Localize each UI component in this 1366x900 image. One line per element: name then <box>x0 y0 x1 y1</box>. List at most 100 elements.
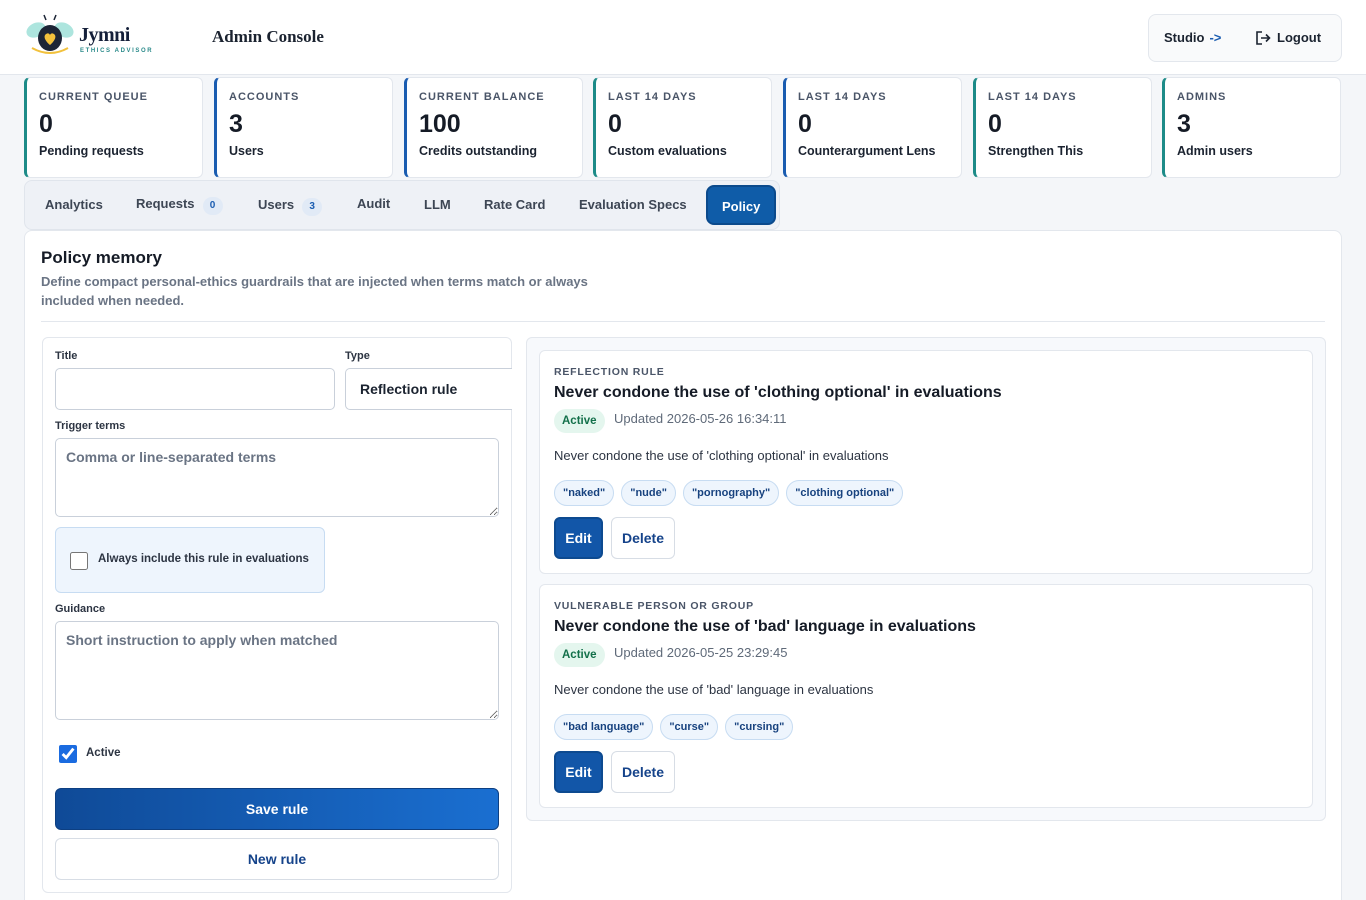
stat-label: Strengthen This <box>988 144 1084 158</box>
type-label: Type <box>345 350 370 362</box>
logout-button[interactable]: Logout <box>1255 30 1321 45</box>
page-title: Admin Console <box>212 27 324 46</box>
stat-label: Custom evaluations <box>608 144 727 158</box>
rule-card: VULNERABLE PERSON OR GROUP Never condone… <box>539 584 1313 808</box>
stat-label: Pending requests <box>39 144 144 158</box>
rule-title: Never condone the use of 'clothing optio… <box>554 384 1002 401</box>
trigger-tag: "pornography" <box>682 480 780 506</box>
tab-label: Analytics <box>45 197 103 212</box>
header-actions: Studio -> Logout <box>1148 14 1342 62</box>
stat-eyebrow: ACCOUNTS <box>229 91 300 103</box>
tab-evaluation-specs[interactable]: Evaluation Specs <box>579 197 687 212</box>
tab-label: Policy <box>722 199 761 214</box>
admin-tabs: Analytics Requests 0 Users 3 Audit LLM Rat… <box>24 180 780 230</box>
tab-label: Requests <box>136 196 195 211</box>
stat-eyebrow: LAST 14 DAYS <box>608 91 697 103</box>
updated-timestamp: Updated 2026-05-25 23:29:45 <box>614 645 788 660</box>
always-include-label: Always include this rule in evaluations <box>98 553 309 565</box>
trigger-tag: "curse" <box>660 714 719 740</box>
always-include-checkbox[interactable] <box>70 552 88 570</box>
trigger-tags: "naked" "nude" "pornography" "clothing o… <box>554 480 904 506</box>
tab-llm[interactable]: LLM <box>424 197 451 212</box>
delete-rule-button[interactable]: Delete <box>611 517 675 559</box>
rule-list: REFLECTION RULE Never condone the use of… <box>526 337 1326 821</box>
edit-rule-button[interactable]: Edit <box>554 751 603 793</box>
stat-eyebrow: CURRENT QUEUE <box>39 91 148 103</box>
status-badge: Active <box>554 643 605 667</box>
policy-panel: Policy memory Define compact personal-et… <box>24 230 1342 900</box>
stat-label: Admin users <box>1177 144 1253 158</box>
tab-analytics[interactable]: Analytics <box>45 197 103 212</box>
logo-name: Jymni <box>79 24 130 46</box>
tab-users[interactable]: Users 3 <box>258 197 323 216</box>
stat-card-current-queue: CURRENT QUEUE 0 Pending requests <box>24 77 203 178</box>
status-badge: Active <box>554 409 605 433</box>
tab-audit[interactable]: Audit <box>357 196 390 211</box>
always-include-option[interactable]: Always include this rule in evaluations <box>55 527 325 593</box>
stat-card-strengthen-this: LAST 14 DAYS 0 Strengthen This <box>973 77 1152 178</box>
active-checkbox[interactable] <box>59 745 77 763</box>
trigger-terms-input[interactable] <box>55 438 499 517</box>
stat-value: 0 <box>39 110 53 138</box>
trigger-terms-label: Trigger terms <box>55 420 126 432</box>
stat-label: Credits outstanding <box>419 144 538 158</box>
stat-card-admins: ADMINS 3 Admin users <box>1162 77 1341 178</box>
count-badge: 0 <box>202 197 223 215</box>
rule-card: REFLECTION RULE Never condone the use of… <box>539 350 1313 574</box>
tab-label: Rate Card <box>484 197 546 212</box>
rule-guidance: Never condone the use of 'bad' language … <box>554 682 874 697</box>
guidance-input[interactable] <box>55 621 499 720</box>
tab-policy[interactable]: Policy <box>706 185 777 225</box>
stat-value: 3 <box>1177 110 1191 138</box>
stat-value: 0 <box>608 110 622 138</box>
title-input[interactable] <box>55 368 335 410</box>
stat-value: 0 <box>988 110 1002 138</box>
trigger-tag: "naked" <box>554 480 615 506</box>
title-label: Title <box>55 350 78 362</box>
type-select[interactable]: Reflection rule <box>345 368 512 410</box>
rule-title: Never condone the use of 'bad' language … <box>554 618 976 635</box>
tab-label: Evaluation Specs <box>579 197 687 212</box>
count-badge: 3 <box>302 198 323 216</box>
tab-requests[interactable]: Requests 0 <box>136 196 223 215</box>
section-description: Define compact personal-ethics guardrail… <box>41 274 588 308</box>
save-rule-button[interactable]: Save rule <box>55 788 499 830</box>
active-label: Active <box>86 747 121 759</box>
logout-label: Logout <box>1277 30 1322 45</box>
guidance-label: Guidance <box>55 603 106 615</box>
stat-card-current-balance: CURRENT BALANCE 100 Credits outstanding <box>404 77 583 178</box>
stat-card-custom-evaluations: LAST 14 DAYS 0 Custom evaluations <box>593 77 772 178</box>
studio-button[interactable]: Studio -> <box>1164 30 1221 45</box>
rule-form: Title Type Reflection rule Trigger terms… <box>42 337 512 893</box>
bee-heart-logo-icon <box>26 14 74 54</box>
stat-label: Users <box>229 144 264 158</box>
stat-eyebrow: LAST 14 DAYS <box>798 91 887 103</box>
studio-label: Studio <box>1164 30 1205 45</box>
tab-rate-card[interactable]: Rate Card <box>484 197 545 212</box>
stat-eyebrow: CURRENT BALANCE <box>419 91 545 103</box>
delete-rule-button[interactable]: Delete <box>611 751 675 793</box>
trigger-tag: "cursing" <box>725 714 794 740</box>
tab-label: Audit <box>357 196 391 211</box>
stat-card-accounts: ACCOUNTS 3 Users <box>214 77 393 178</box>
trigger-tags: "bad language" "curse" "cursing" <box>554 714 794 740</box>
trigger-tag: "nude" <box>621 480 676 506</box>
top-bar: Jymni ETHICS ADVISOR Admin Console Studi… <box>0 0 1366 75</box>
updated-timestamp: Updated 2026-05-26 16:34:11 <box>614 411 787 426</box>
stat-card-counterargument-lens: LAST 14 DAYS 0 Counterargument Lens <box>783 77 962 178</box>
stat-value: 100 <box>419 110 461 138</box>
new-rule-button[interactable]: New rule <box>55 838 499 880</box>
section-title: Policy memory <box>41 248 162 267</box>
tab-label: Users <box>258 197 295 212</box>
edit-rule-button[interactable]: Edit <box>554 517 603 559</box>
stat-value: 0 <box>798 110 812 138</box>
app-logo[interactable]: Jymni ETHICS ADVISOR <box>24 12 154 60</box>
rule-type: VULNERABLE PERSON OR GROUP <box>554 600 754 612</box>
type-select-value: Reflection rule <box>360 381 458 397</box>
arrow-right-icon: -> <box>1209 30 1222 45</box>
stat-eyebrow: ADMINS <box>1177 91 1227 103</box>
stat-label: Counterargument Lens <box>798 144 936 158</box>
logo-tagline: ETHICS ADVISOR <box>80 48 154 54</box>
rule-guidance: Never condone the use of 'clothing optio… <box>554 448 889 463</box>
trigger-tag: "clothing optional" <box>786 480 904 506</box>
